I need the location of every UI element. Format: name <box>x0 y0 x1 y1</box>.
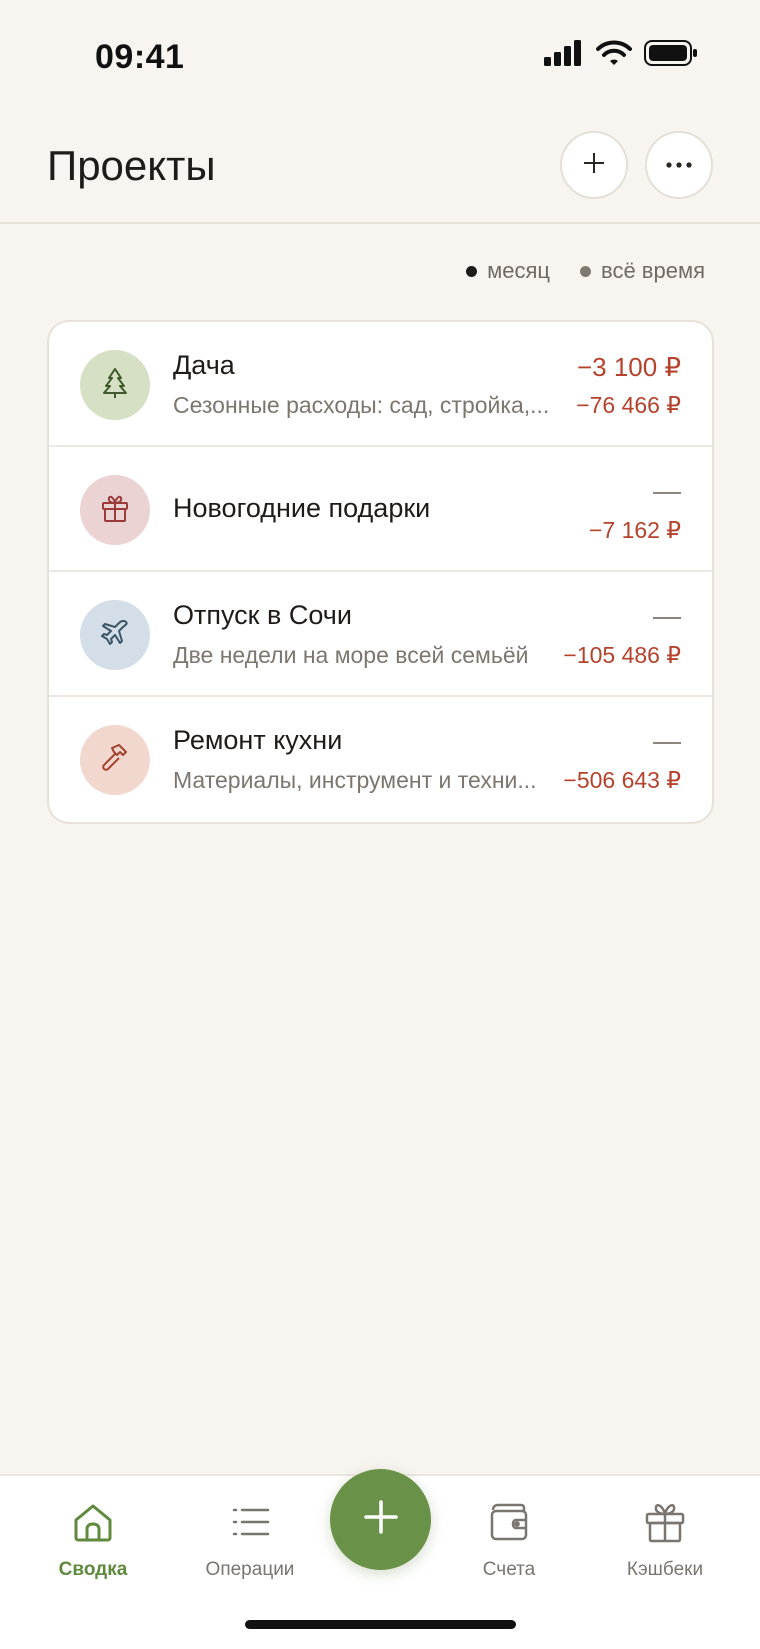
status-icons <box>544 40 698 71</box>
plane-icon <box>99 617 131 654</box>
project-icon <box>80 475 150 545</box>
project-description: Материалы, инструмент и техни... <box>173 767 537 793</box>
legend-all-time-label: всё время <box>601 258 705 283</box>
screen: 09:41 Проекты месяц всё время Дача Сезон… <box>0 0 760 1649</box>
project-icon <box>80 725 150 795</box>
project-row-sochi[interactable]: Отпуск в Сочи Две недели на море всей се… <box>49 572 712 697</box>
tab-label: Сводка <box>58 1559 128 1580</box>
project-description: Сезонные расходы: сад, стройка,... <box>173 392 550 418</box>
month-amount-empty <box>653 492 681 494</box>
page-title: Проекты <box>47 142 216 189</box>
all-time-amount: −105 486 ₽ <box>563 642 681 668</box>
more-icon <box>666 156 692 174</box>
header: Проекты <box>0 110 760 224</box>
signal-icon <box>544 40 584 71</box>
tab-label: Кэшбеки <box>626 1559 704 1580</box>
tree-icon <box>100 367 130 404</box>
project-icon <box>80 350 150 420</box>
tab-operations[interactable]: Операции <box>185 1500 315 1581</box>
gift-icon <box>643 1500 687 1549</box>
project-description: Две недели на море всей семьёй <box>173 642 529 668</box>
all-time-amount: −76 466 ₽ <box>576 392 681 418</box>
hammer-icon <box>99 742 131 779</box>
legend-all-time: всё время <box>580 258 705 284</box>
add-project-button[interactable] <box>560 131 628 199</box>
project-name: Отпуск в Сочи <box>173 600 352 630</box>
period-legend: месяц всё время <box>466 258 705 284</box>
project-row-gifts[interactable]: Новогодние подарки −7 162 ₽ <box>49 447 712 572</box>
home-indicator <box>245 1620 516 1629</box>
legend-month-label: месяц <box>487 258 551 283</box>
add-operation-button[interactable] <box>330 1469 431 1570</box>
project-row-dacha[interactable]: Дача Сезонные расходы: сад, стройка,... … <box>49 322 712 447</box>
month-dot <box>466 265 478 277</box>
project-icon <box>80 600 150 670</box>
month-amount-empty <box>653 617 681 619</box>
tab-cashback[interactable]: Кэшбеки <box>600 1500 730 1581</box>
project-name: Дача <box>173 350 235 380</box>
month-amount: −3 100 ₽ <box>576 352 681 382</box>
tab-label: Счета <box>482 1559 536 1580</box>
project-name: Новогодние подарки <box>173 493 431 523</box>
all-time-amount: −7 162 ₽ <box>588 517 681 543</box>
plus-icon <box>363 1499 399 1540</box>
battery-icon <box>644 40 698 71</box>
gift-icon <box>100 493 130 528</box>
month-amount-empty <box>653 742 681 744</box>
projects-list: Дача Сезонные расходы: сад, стройка,... … <box>47 320 714 824</box>
home-icon <box>71 1500 115 1549</box>
project-row-kitchen[interactable]: Ремонт кухни Материалы, инструмент и тех… <box>49 697 712 822</box>
tab-label: Операции <box>205 1559 295 1580</box>
project-name: Ремонт кухни <box>173 725 343 755</box>
wifi-icon <box>596 40 632 71</box>
status-time: 09:41 <box>95 38 185 76</box>
status-bar: 09:41 <box>0 0 760 110</box>
legend-month: месяц <box>466 258 550 284</box>
all-time-dot <box>580 265 592 277</box>
tab-summary[interactable]: Сводка <box>28 1500 158 1581</box>
tab-accounts[interactable]: Счета <box>444 1500 574 1581</box>
wallet-icon <box>487 1500 531 1549</box>
more-button[interactable] <box>645 131 713 199</box>
list-icon <box>228 1500 272 1549</box>
all-time-amount: −506 643 ₽ <box>563 767 681 793</box>
plus-icon <box>582 151 606 180</box>
